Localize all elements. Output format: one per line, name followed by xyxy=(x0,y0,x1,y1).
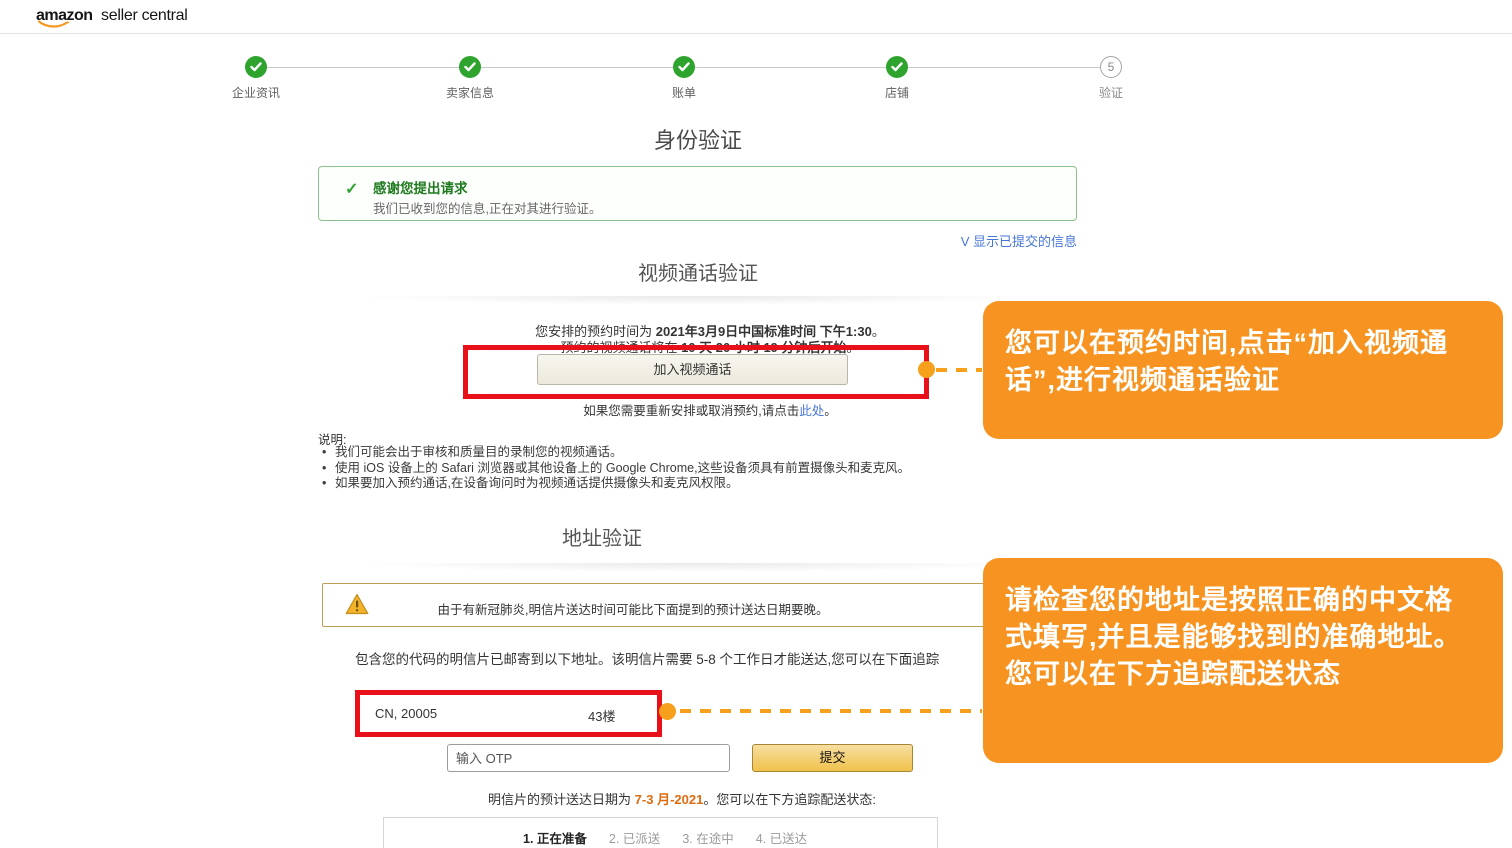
submit-button[interactable]: 提交 xyxy=(752,744,913,772)
success-banner-description: 我们已收到您的信息,正在对其进行验证。 xyxy=(373,198,601,217)
appointment-suffix: 。 xyxy=(872,324,885,339)
step-circle-verification: 5 xyxy=(1100,56,1122,78)
address-panel-top-edge xyxy=(318,563,1076,575)
step-number: 5 xyxy=(1108,60,1115,74)
video-call-section-title: 视频通话验证 xyxy=(318,257,1078,286)
step-label-store: 店铺 xyxy=(827,84,967,101)
success-banner-title: 感谢您提出请求 xyxy=(373,177,468,197)
tracking-step-delivered: 4. 已送达 xyxy=(756,828,807,847)
reschedule-line: 如果您需要重新安排或取消预约,请点击此处。 xyxy=(350,400,1070,419)
tracking-status-box: 1. 正在准备 2. 已派送 3. 在途中 4. 已送达 xyxy=(383,817,938,848)
tracking-step-preparing: 1. 正在准备 xyxy=(523,828,587,847)
annotation-dot xyxy=(659,703,676,720)
step-circle-store xyxy=(886,56,908,78)
logo-text-seller-central: seller central xyxy=(101,7,188,24)
step-label-business-info: 企业资讯 xyxy=(186,84,326,101)
delivery-estimate-line: 明信片的预计送达日期为 7-3 月-2021。您可以在下方追踪配送状态: xyxy=(322,789,1042,808)
check-icon: ✓ xyxy=(345,179,358,199)
annotation-callout-video: 您可以在预约时间,点击“加入视频通话”,进行视频通话验证 xyxy=(983,301,1503,439)
notes-list: 我们可能会出于审核和质量目的录制您的视频通话。 使用 iOS 设备上的 Safa… xyxy=(322,445,1022,492)
note-item: 我们可能会出于审核和质量目的录制您的视频通话。 xyxy=(322,445,1022,461)
step-circle-billing xyxy=(673,56,695,78)
highlight-box-join-button xyxy=(463,345,929,399)
covid-warning-text: 由于有新冠肺炎,明信片送达时间可能比下面提到的预计送达日期要晚。 xyxy=(383,599,883,618)
annotation-callout-address: 请检查您的地址是按照正确的中文格式填写,并且是能够找到的准确地址。您可以在下方追… xyxy=(983,558,1503,763)
address-section-title: 地址验证 xyxy=(322,522,882,551)
page: amazon seller central 5 企业资讯 卖家信息 账单 店铺 … xyxy=(0,0,1512,848)
amazon-wordmark: amazon xyxy=(36,7,93,25)
top-bar: amazon seller central xyxy=(0,0,1512,34)
reschedule-prefix: 如果您需要重新安排或取消预约,请点击 xyxy=(583,404,799,418)
note-item: 如果要加入预约通话,在设备询问时为视频通话提供摄像头和麦克风权限。 xyxy=(322,476,1022,492)
annotation-dashed-line xyxy=(936,368,982,372)
step-label-verification: 验证 xyxy=(1041,84,1181,101)
tracking-step-in-transit: 3. 在途中 xyxy=(682,828,733,847)
reschedule-here-link[interactable]: 此处 xyxy=(799,404,824,418)
delivery-suffix: 。您可以在下方追踪配送状态: xyxy=(703,792,876,807)
check-icon xyxy=(250,62,262,72)
appointment-prefix: 您安排的预约时间为 xyxy=(535,324,656,339)
check-icon xyxy=(464,62,476,72)
video-panel-top-edge xyxy=(318,296,1076,308)
covid-warning-banner: 由于有新冠肺炎,明信片送达时间可能比下面提到的预计送达日期要晚。 xyxy=(322,583,1078,627)
appointment-datetime: 2021年3月9日中国标准时间 下午1:30 xyxy=(656,324,872,339)
tracking-steps-row: 1. 正在准备 2. 已派送 3. 在途中 4. 已送达 xyxy=(523,828,807,847)
otp-input[interactable] xyxy=(447,744,730,772)
note-item: 使用 iOS 设备上的 Safari 浏览器或其他设备上的 Google Chr… xyxy=(322,461,1022,477)
annotation-dot xyxy=(918,361,935,378)
amazon-seller-central-logo[interactable]: amazon seller central xyxy=(36,7,188,25)
page-title: 身份验证 xyxy=(318,123,1078,155)
step-circle-seller-info xyxy=(459,56,481,78)
tracking-step-dispatched: 2. 已派送 xyxy=(609,828,660,847)
highlight-box-address xyxy=(355,690,662,737)
show-submitted-info-link[interactable]: V 显示已提交的信息 xyxy=(318,231,1077,250)
delivery-prefix: 明信片的预计送达日期为 xyxy=(488,792,635,807)
check-icon xyxy=(678,62,690,72)
annotation-dashed-line xyxy=(680,709,982,713)
warning-icon xyxy=(345,593,369,620)
step-label-billing: 账单 xyxy=(614,84,754,101)
amazon-smile-icon xyxy=(38,20,70,29)
step-label-seller-info: 卖家信息 xyxy=(400,84,540,101)
step-circle-business-info xyxy=(245,56,267,78)
reschedule-suffix: 。 xyxy=(824,404,837,418)
delivery-date: 7-3 月-2021 xyxy=(635,792,704,807)
success-banner: ✓ 感谢您提出请求 我们已收到您的信息,正在对其进行验证。 xyxy=(318,166,1077,221)
check-icon xyxy=(891,62,903,72)
